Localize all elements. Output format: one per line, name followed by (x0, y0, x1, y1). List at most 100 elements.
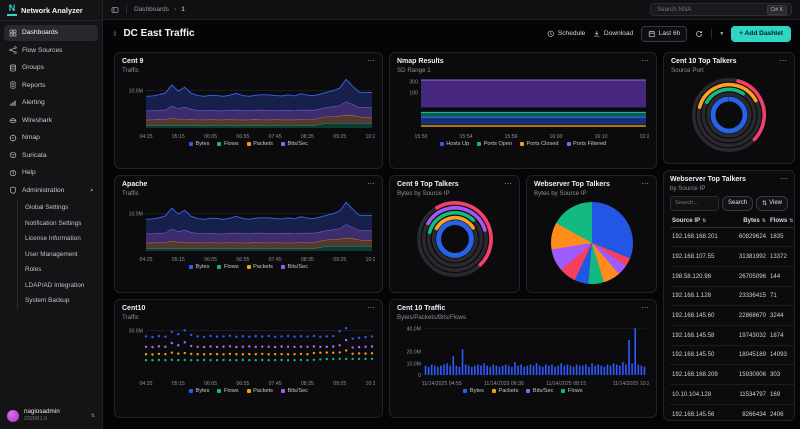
sidebar-subitem-global-settings[interactable]: Global Settings (25, 200, 98, 216)
table-row[interactable]: 192.168.107.553138199213372 (670, 247, 795, 267)
refresh-button[interactable] (695, 30, 703, 38)
sidebar-item-dashboards[interactable]: Dashboards (4, 25, 98, 41)
sidebar-subitem-user-management[interactable]: User Management (25, 247, 98, 263)
sidebar-item-reports[interactable]: Reports (4, 78, 98, 94)
svg-text:11/14/2025 04:55: 11/14/2025 04:55 (422, 381, 462, 387)
column-header-source-ip[interactable]: Source IP⇅ (670, 214, 727, 228)
table-view-button[interactable]: ⇅View (756, 196, 788, 211)
column-header-bytes[interactable]: Bytes⇅ (727, 214, 768, 228)
legend-item-ports-closed[interactable]: Ports Closed (520, 141, 559, 147)
table-row[interactable]: 192.168.168.20915930906303 (670, 365, 795, 385)
suricata-icon (9, 151, 17, 159)
legend-item-packets[interactable]: Packets (247, 264, 273, 270)
dashlet-menu-button[interactable]: ⋯ (641, 305, 649, 310)
svg-text:09:25: 09:25 (333, 134, 346, 140)
svg-text:10:20: 10:20 (366, 134, 375, 140)
source-ip-cell: 192.168.1.128 (670, 286, 727, 306)
breadcrumb-current[interactable]: 1 (181, 6, 185, 13)
dashlet-subtitle: by Source IP (670, 185, 780, 192)
svg-text:08:35: 08:35 (301, 134, 314, 140)
dashlet-menu-button[interactable]: ⋯ (367, 305, 375, 310)
sidebar-admin-submenu: Global SettingsNotification SettingsLice… (17, 200, 98, 309)
legend-item-ports-open[interactable]: Ports Open (477, 141, 512, 147)
sidebar-subitem-roles[interactable]: Roles (25, 262, 98, 278)
sidebar-subitem-notification-settings[interactable]: Notification Settings (25, 216, 98, 232)
panel-toggle-icon[interactable] (111, 6, 119, 14)
legend-item-hosts-up[interactable]: Hosts Up (440, 141, 470, 147)
svg-text:06:55: 06:55 (236, 381, 249, 387)
sidebar-item-label: Flow Sources (22, 47, 63, 54)
legend-item-bytes[interactable]: Bytes (189, 264, 210, 270)
chevron-up-icon: ▴ (90, 187, 93, 193)
legend-item-flows[interactable]: Flows (561, 388, 582, 394)
sidebar-item-nmap[interactable]: Nmap (4, 130, 98, 146)
search-input[interactable] (655, 5, 763, 14)
legend-item-flows[interactable]: Flows (217, 141, 238, 147)
table-search-input[interactable] (670, 196, 719, 211)
sidebar-item-groups[interactable]: Groups (4, 60, 98, 76)
sidebar-item-alerting[interactable]: Alerting (4, 95, 98, 111)
sidebar-item-flow-sources[interactable]: Flow Sources (4, 43, 98, 59)
download-button[interactable]: Download (593, 30, 633, 38)
sidebar-item-administration[interactable]: Administration▴ (4, 183, 98, 199)
schedule-button[interactable]: Schedule (547, 30, 585, 38)
table-row[interactable]: 198.58.120.9826705096144 (670, 266, 795, 286)
legend-item-bytes[interactable]: Bytes (189, 141, 210, 147)
dashlet-subtitle: SD Range 1 (397, 67, 641, 74)
legend-item-flows[interactable]: Flows (217, 388, 238, 394)
table-search-button[interactable]: Search (722, 196, 753, 211)
legend-item-flows[interactable]: Flows (217, 264, 238, 270)
nmap-icon (9, 134, 17, 142)
dashlet-title: Cent 10 Top Talkers (671, 58, 779, 65)
flows-cell: 13372 (768, 247, 795, 267)
global-search[interactable]: Ctrl K (650, 3, 792, 16)
legend-item-bits-sec[interactable]: Bits/Sec (281, 141, 308, 147)
legend-item-packets[interactable]: Packets (247, 141, 273, 147)
svg-text:300: 300 (409, 79, 418, 85)
dashlet-menu-button[interactable]: ⋯ (367, 58, 375, 63)
legend-item-packets[interactable]: Packets (492, 388, 518, 394)
legend-item-packets[interactable]: Packets (247, 388, 273, 394)
sidebar-item-wireshark[interactable]: Wireshark (4, 113, 98, 129)
legend-item-bits-sec[interactable]: Bits/Sec (281, 388, 308, 394)
sidebar-item-suricata[interactable]: Suricata (4, 148, 98, 164)
legend-item-ports-filtered[interactable]: Ports Filtered (567, 141, 607, 147)
user-menu[interactable]: nagiosadmin 2026R1.0 ⇅ (0, 402, 102, 429)
drag-handle-icon[interactable]: ⇕ (112, 30, 117, 38)
sidebar-subitem-ldap-ad-integration[interactable]: LDAP/AD Integration (25, 278, 98, 294)
chevron-down-icon[interactable]: ▾ (720, 31, 723, 37)
webserver-top-talkers-pie-chart (551, 202, 633, 284)
svg-text:04:25: 04:25 (140, 381, 153, 387)
sidebar-subitem-system-backup[interactable]: System Backup (25, 293, 98, 309)
cent10-traffic-bar-chart: 40.0M20.0M10.0M011/14/2025 04:5511/14/20… (397, 322, 649, 388)
table-row[interactable]: 192.168.1.1282333641571 (670, 286, 795, 306)
flows-cell: 14093 (768, 345, 795, 365)
sidebar-subitem-license-information[interactable]: License Information (25, 231, 98, 247)
table-row[interactable]: 10.10.104.12811534797169 (670, 385, 795, 405)
refresh-icon (695, 30, 703, 38)
legend-item-bits-sec[interactable]: Bits/Sec (526, 388, 553, 394)
legend-item-bytes[interactable]: Bytes (189, 388, 210, 394)
breadcrumb-dashboards[interactable]: Dashboards (134, 6, 169, 13)
legend-item-bits-sec[interactable]: Bits/Sec (281, 264, 308, 270)
sidebar-item-help[interactable]: Help (4, 165, 98, 181)
time-range-button[interactable]: Last 6h (641, 26, 687, 42)
table-row[interactable]: 192.168.168.201608296241835 (670, 227, 795, 247)
dashlet-title: Webserver Top Talkers (534, 181, 641, 188)
table-row[interactable]: 192.168.145.5682664342406 (670, 404, 795, 421)
table-row[interactable]: 192.168.145.58197430321874 (670, 325, 795, 345)
dashlet-menu-button[interactable]: ⋯ (367, 181, 375, 186)
dashlet-subtitle: Bytes by Source IP (397, 190, 504, 197)
column-header-flows[interactable]: Flows⇅ (768, 214, 795, 228)
dashlet-menu-button[interactable]: ⋯ (641, 58, 649, 63)
legend-item-bytes[interactable]: Bytes (463, 388, 484, 394)
dashlet-menu-button[interactable]: ⋯ (780, 176, 788, 181)
dashlet-menu-button[interactable]: ⋯ (641, 181, 649, 186)
dashlet-menu-button[interactable]: ⋯ (504, 181, 512, 186)
table-row[interactable]: 192.168.145.501804518914093 (670, 345, 795, 365)
dashlet-subtitle: Traffic (122, 67, 367, 74)
flows-cell: 1835 (768, 227, 795, 247)
table-row[interactable]: 192.168.145.60228686703244 (670, 306, 795, 326)
dashlet-menu-button[interactable]: ⋯ (779, 58, 787, 63)
add-dashlet-button[interactable]: + Add Dashlet (731, 26, 791, 42)
